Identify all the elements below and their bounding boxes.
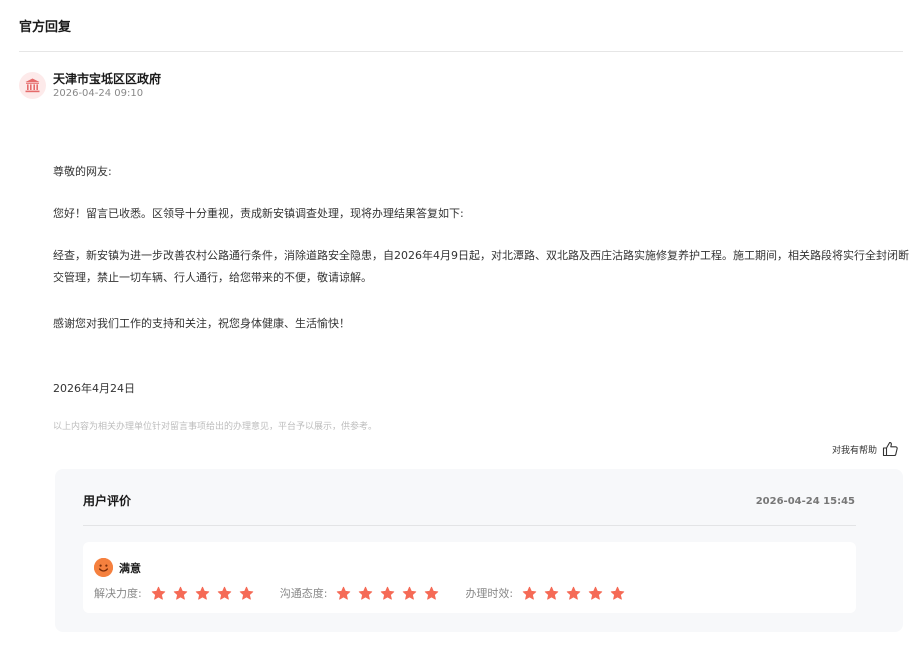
author-name: 天津市宝坻区区政府 xyxy=(53,72,162,86)
rating-box: 满意 解决力度: 沟通态度: 办理时效: xyxy=(83,542,856,613)
star-rating xyxy=(151,586,254,601)
disclaimer-text: 以上内容为相关办理单位针对留言事项给出的办理意见，平台予以展示，供参考。 xyxy=(53,422,378,432)
satisfaction-row: 满意 xyxy=(94,558,141,577)
star-icon xyxy=(151,586,165,600)
metric-label: 解决力度: xyxy=(94,587,142,600)
star-icon xyxy=(381,586,395,600)
reply-date: 2026年4月24日 xyxy=(53,382,135,395)
section-title: 官方回复 xyxy=(19,20,72,35)
star-icon xyxy=(217,586,231,600)
star-icon xyxy=(359,586,373,600)
star-rating xyxy=(522,586,625,601)
star-icon xyxy=(522,586,537,600)
star-icon xyxy=(588,586,603,600)
rating-metric-timeliness: 办理时效: xyxy=(465,585,625,601)
evaluation-divider xyxy=(83,525,856,526)
rating-metric-resolution: 解决力度: xyxy=(94,585,254,601)
smile-face-icon xyxy=(94,558,113,577)
star-icon xyxy=(195,586,209,600)
star-icon xyxy=(610,586,625,600)
government-building-icon-graphic xyxy=(25,78,40,93)
reply-intro: 您好！留言已收悉。区领导十分重视，责成新安镇调查处理，现将办理结果答复如下: xyxy=(53,207,464,220)
star-icon xyxy=(403,586,417,600)
section-divider xyxy=(19,51,903,52)
helpful-label: 对我有帮助 xyxy=(831,445,877,456)
thumbs-up-icon xyxy=(882,442,898,457)
rating-metric-communication: 沟通态度: xyxy=(280,585,440,601)
star-rating xyxy=(336,586,439,601)
reply-main-text: 经查，新安镇为进一步改善农村公路通行条件，消除道路安全隐患，自2026年4月9日… xyxy=(53,249,909,284)
rating-metrics: 解决力度: 沟通态度: 办理时效: xyxy=(94,585,651,601)
evaluation-title: 用户评价 xyxy=(83,494,132,508)
star-icon xyxy=(425,586,439,600)
reply-thanks: 感谢您对我们工作的支持和关注，祝您身体健康、生活愉快！ xyxy=(53,317,350,330)
reply-timestamp: 2026-04-24 09:10 xyxy=(53,88,144,99)
metric-label: 沟通态度: xyxy=(279,587,328,600)
user-evaluation-card: 用户评价 2026-04-24 15:45 满意 解决力度: 沟通态度: 办理时… xyxy=(55,469,903,632)
metric-label: 办理时效: xyxy=(465,587,514,600)
government-building-icon xyxy=(19,72,46,99)
star-icon xyxy=(337,586,351,600)
star-icon xyxy=(239,586,253,600)
satisfaction-label: 满意 xyxy=(119,561,141,575)
star-icon xyxy=(544,586,559,600)
star-icon xyxy=(173,586,187,600)
smile-face-icon-graphic xyxy=(94,558,113,577)
reply-greeting: 尊敬的网友: xyxy=(53,165,112,178)
star-icon xyxy=(566,586,581,600)
helpful-button[interactable]: 对我有帮助 xyxy=(832,441,899,457)
evaluation-timestamp: 2026-04-24 15:45 xyxy=(755,496,855,507)
